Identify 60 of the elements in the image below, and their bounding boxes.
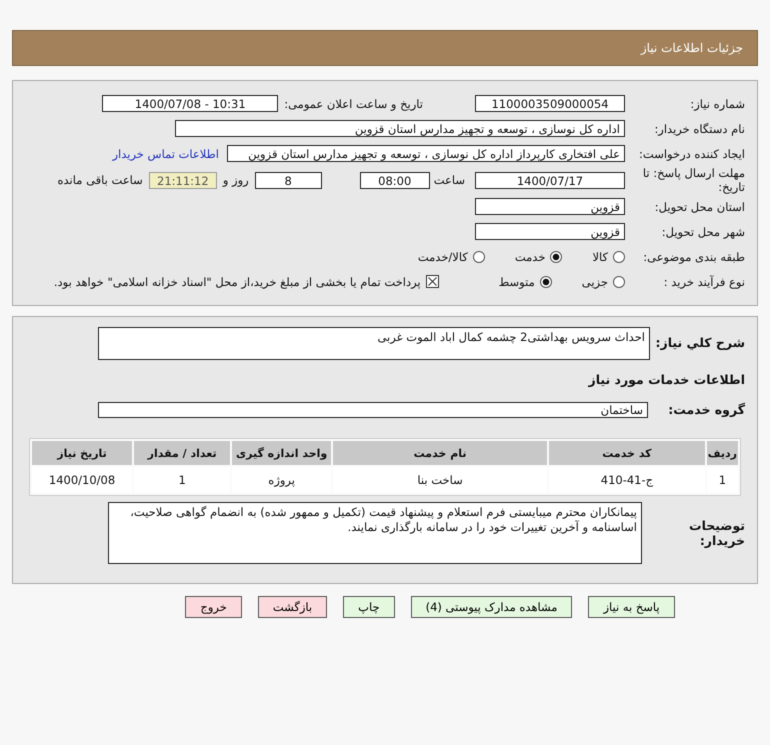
days-label: روز و bbox=[222, 173, 249, 187]
action-button[interactable]: بازگشت bbox=[258, 596, 328, 618]
field-label: ایجاد کننده درخواست: bbox=[638, 146, 745, 160]
field-label: طبقه بندی موضوعی: bbox=[642, 250, 745, 264]
field-label: تاریخ و ساعت اعلان عمومی: bbox=[284, 96, 423, 110]
radio-label: کالا/خدمت bbox=[418, 250, 468, 264]
need-number-field: 1100003509000054 bbox=[475, 95, 625, 112]
column-header: کد خدمت bbox=[549, 441, 705, 465]
radio-button[interactable] bbox=[472, 250, 485, 262]
table-cell: 1 bbox=[706, 467, 738, 493]
table-cell: 1 bbox=[134, 467, 230, 493]
buyer-notes-label: توضیحات خریدار: bbox=[688, 518, 745, 548]
service-group-field: ساختمان bbox=[98, 402, 648, 418]
radio-button[interactable] bbox=[550, 250, 562, 262]
field-label: نام دستگاه خریدار: bbox=[653, 122, 745, 136]
column-header: واحد اندازه گیری bbox=[232, 441, 332, 465]
action-button[interactable]: پاسخ به نیاز bbox=[588, 596, 675, 618]
remaining-label: ساعت باقی مانده bbox=[58, 173, 143, 187]
buyer-notes-field: پیمانکاران محترم میبایستی فرم استعلام و پیشنهاد قیمت (تکمیل و ممهور شده) به انضمام گواهی صلاحیت، اساسنامه و آخرین تغییرات خود را در سامانه بارگذاری نمایند. bbox=[108, 502, 642, 564]
buyer-org-field: اداره کل نوسازی ، توسعه و تجهیز مدارس استان قزوین bbox=[175, 120, 625, 137]
remaining-time-field: 21:11:12 bbox=[148, 172, 217, 188]
field-label: استان محل تحویل: bbox=[654, 200, 745, 214]
table-cell: 1400/10/08 bbox=[32, 467, 132, 493]
radio-button[interactable] bbox=[613, 250, 625, 262]
contact-link[interactable]: اطلاعات تماس خریدار bbox=[112, 146, 219, 160]
table-cell: پروژه bbox=[232, 467, 332, 493]
requester-field: علی افتخاری کارپرداز اداره کل نوسازی ، توسعه و تجهیز مدارس استان قزوین bbox=[227, 145, 625, 162]
deadline-date-field: 1400/07/17 bbox=[475, 172, 625, 188]
checkbox-label: پرداخت تمام یا بخشی از مبلغ خرید،از محل "اسناد خزانه اسلامی" خواهد بود. bbox=[54, 274, 421, 288]
city-field: قزوین bbox=[475, 223, 625, 240]
radio-label: خدمت bbox=[514, 250, 546, 264]
radio-button[interactable] bbox=[613, 276, 625, 288]
days-field: 8 bbox=[254, 172, 322, 188]
radio-button[interactable] bbox=[540, 276, 552, 288]
page-title: جزئیات اطلاعات نیاز bbox=[640, 41, 743, 55]
province-field: قزوین bbox=[475, 198, 625, 215]
section-heading: اطلاعات خدمات مورد نیاز bbox=[587, 372, 745, 387]
field-label: شماره نیاز: bbox=[689, 96, 745, 110]
field-label: مهلت ارسال پاسخ: تا تاریخ: bbox=[642, 166, 745, 194]
action-button[interactable]: خروج bbox=[185, 596, 242, 618]
radio-label: جزیی bbox=[582, 274, 608, 288]
column-header: تعداد / مقدار bbox=[134, 441, 230, 465]
announce-date-field: 1400/07/08 - 10:31 bbox=[102, 95, 278, 112]
radio-label: متوسط bbox=[498, 274, 535, 288]
field-label: شهر محل تحویل: bbox=[660, 224, 745, 238]
action-button[interactable]: چاپ bbox=[343, 596, 395, 618]
field-label: نوع فرآیند خرید : bbox=[662, 274, 745, 288]
column-header: نام خدمت bbox=[333, 441, 548, 465]
checkbox[interactable] bbox=[426, 275, 439, 288]
service-group-label: گروه خدمت: bbox=[667, 402, 745, 417]
time-label: ساعت bbox=[434, 173, 465, 187]
action-button[interactable]: مشاهده مدارک پیوستی (4) bbox=[410, 596, 572, 618]
table-cell: ج-41-410 bbox=[549, 467, 705, 493]
table-cell: ساخت بنا bbox=[333, 467, 548, 493]
summary-label: شرح کلي نياز: bbox=[654, 335, 745, 350]
column-header: ردیف bbox=[706, 441, 738, 465]
summary-field: احداث سرویس بهداشتی2 چشمه کمال اباد الموت غربی bbox=[98, 327, 650, 360]
deadline-time-field: 08:00 bbox=[360, 172, 430, 188]
column-header: تاریخ نیاز bbox=[32, 441, 132, 465]
radio-label: کالا bbox=[592, 250, 608, 264]
